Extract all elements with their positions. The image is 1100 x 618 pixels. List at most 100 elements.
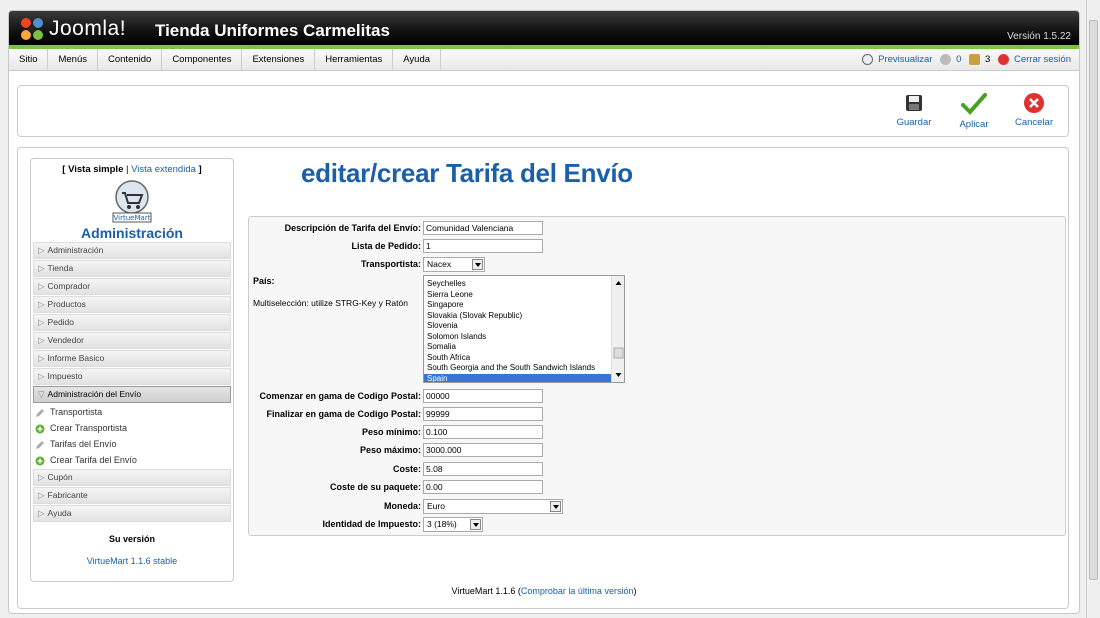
virtuemart-logo-text: VirtueMart	[114, 214, 151, 222]
chevron-down-icon	[550, 501, 561, 512]
add-icon	[35, 456, 45, 466]
view-extended-link[interactable]: Vista extendida	[131, 164, 196, 175]
sidebar-section-productos[interactable]: ▷ Productos	[33, 296, 231, 313]
country-option-selected[interactable]: Spain	[424, 373, 624, 382]
sidebar-item-crear-tarifa[interactable]: Crear Tarifa del Envío	[31, 452, 233, 468]
main-menu-bar: Sitio Menús Contenido Componentes Extens…	[9, 49, 1079, 71]
tax-select[interactable]: 3 (18%)	[423, 517, 483, 532]
tax-value: 3 (18%)	[427, 519, 457, 529]
sidebar-section-impuesto[interactable]: ▷ Impuesto	[33, 368, 231, 385]
apply-label: Aplicar	[959, 119, 989, 130]
site-title: Tienda Uniformes Carmelitas	[155, 21, 390, 40]
footer-version: VirtueMart 1.1.6 (	[451, 586, 521, 596]
save-label: Guardar	[896, 117, 932, 128]
list-order-input[interactable]: 1	[423, 239, 543, 253]
toolbar: Guardar Aplicar Cancelar	[17, 85, 1069, 137]
desc-label: Descripción de Tarifa del Envío:	[284, 223, 421, 233]
country-option[interactable]: Somalia	[424, 342, 624, 353]
menu-sitio[interactable]: Sitio	[9, 49, 49, 71]
sidebar-section-pedido[interactable]: ▷ Pedido	[33, 314, 231, 331]
menu-herramientas[interactable]: Herramientas	[315, 49, 394, 71]
sidebar-section-administracion[interactable]: ▷ Administración	[33, 242, 231, 259]
check-version-link[interactable]: Comprobar la última versión	[521, 586, 634, 596]
messages-link[interactable]: 0	[940, 49, 961, 71]
section-label: Informe Basico	[47, 353, 105, 363]
menu-contenido[interactable]: Contenido	[98, 49, 163, 71]
pencil-icon	[36, 440, 44, 449]
joomla-brand: Joomla!	[49, 17, 127, 40]
page-scrollbar[interactable]	[1086, 0, 1100, 618]
virtuemart-sidebar: [ Vista simple | Vista extendida ] Virtu…	[30, 158, 234, 582]
logout-link[interactable]: Cerrar sesión	[998, 49, 1071, 71]
currency-select[interactable]: Euro	[423, 499, 563, 514]
chevron-down-icon	[472, 259, 483, 270]
section-label: Administración	[47, 245, 104, 255]
menu-componentes[interactable]: Componentes	[162, 49, 243, 71]
sidebar-section-comprador[interactable]: ▷ Comprador	[33, 278, 231, 295]
section-label: Productos	[47, 299, 86, 309]
section-label: Impuesto	[47, 371, 83, 381]
zip-end-input[interactable]: 99999	[423, 407, 543, 421]
zip-start-input[interactable]: 00000	[423, 389, 543, 403]
sub-label: Tarifas del Envío	[50, 439, 117, 449]
content-area: [ Vista simple | Vista extendida ] Virtu…	[17, 147, 1069, 609]
sidebar-item-transportista[interactable]: Transportista	[31, 404, 233, 420]
menu-ayuda[interactable]: Ayuda	[393, 49, 442, 71]
country-listbox[interactable]: Seychelles Sierra Leone Singapore Slovak…	[423, 275, 625, 383]
carrier-select[interactable]: Nacex	[423, 257, 485, 272]
save-icon	[906, 95, 922, 111]
preview-link[interactable]: Previsualizar	[862, 49, 932, 71]
weight-min-input[interactable]: 0.100	[423, 425, 543, 439]
section-label: Cupón	[47, 472, 73, 482]
desc-input[interactable]: Comunidad Valenciana	[423, 221, 543, 235]
users-link[interactable]: 3	[969, 49, 990, 71]
sidebar-section-tienda[interactable]: ▷ Tienda	[33, 260, 231, 277]
country-option[interactable]: Singapore	[424, 300, 624, 311]
weight-min-label: Peso mínimo:	[361, 427, 421, 437]
country-option[interactable]: Slovenia	[424, 321, 624, 332]
cancel-label: Cancelar	[1014, 117, 1054, 128]
menu-extensiones[interactable]: Extensiones	[242, 49, 316, 71]
country-label: País:	[253, 276, 275, 286]
section-label: Vendedor	[47, 335, 84, 345]
weight-max-input[interactable]: 3000.000	[423, 443, 543, 457]
country-option[interactable]: Solomon Islands	[424, 332, 624, 343]
cost-input[interactable]: 5.08	[423, 462, 543, 476]
save-button[interactable]: Guardar	[892, 92, 936, 128]
preview-label: Previsualizar	[878, 54, 933, 65]
tax-label: Identidad de Impuesto:	[322, 519, 421, 529]
sidebar-section-cupon[interactable]: ▷ Cupón	[33, 469, 231, 486]
country-option[interactable]: Slovakia (Slovak Republic)	[424, 311, 624, 322]
apply-button[interactable]: Aplicar	[952, 92, 996, 130]
sidebar-item-crear-transportista[interactable]: Crear Transportista	[31, 420, 233, 436]
view-simple[interactable]: [ Vista simple	[62, 164, 123, 175]
section-label: Ayuda	[47, 508, 72, 518]
cancel-button[interactable]: Cancelar	[1012, 92, 1056, 128]
sidebar-section-envio[interactable]: ▽ Administración del Envío	[33, 386, 231, 403]
sidebar-section-informe[interactable]: ▷ Informe Basico	[33, 350, 231, 367]
checkmark-icon	[961, 93, 987, 115]
weight-max-label: Peso máximo:	[359, 445, 421, 455]
sidebar-section-fabricante[interactable]: ▷ Fabricante	[33, 487, 231, 504]
sidebar-section-ayuda[interactable]: ▷ Ayuda	[33, 505, 231, 522]
currency-value: Euro	[427, 501, 445, 511]
users-icon	[969, 53, 981, 65]
country-option[interactable]: South Africa	[424, 353, 624, 364]
vm-version-link[interactable]: VirtueMart 1.1.6 stable	[31, 556, 233, 566]
sidebar-item-tarifas[interactable]: Tarifas del Envío	[31, 436, 233, 452]
page-scroll-thumb[interactable]	[1089, 20, 1098, 580]
scroll-thumb[interactable]	[613, 347, 624, 359]
country-option[interactable]: Seychelles	[424, 279, 624, 290]
section-label: Administración del Envío	[47, 389, 142, 399]
country-option[interactable]: South Georgia and the South Sandwich Isl…	[424, 363, 624, 374]
package-cost-input[interactable]: 0.00	[423, 480, 543, 494]
messages-count: 0	[956, 54, 962, 65]
sidebar-section-vendedor[interactable]: ▷ Vendedor	[33, 332, 231, 349]
country-option[interactable]: Sierra Leone	[424, 290, 624, 301]
header-bar: Joomla! Tienda Uniformes Carmelitas Vers…	[9, 11, 1079, 49]
menu-menus[interactable]: Menús	[48, 49, 98, 71]
pencil-icon	[36, 408, 44, 417]
logout-label: Cerrar sesión	[1013, 54, 1071, 65]
country-list-scrollbar[interactable]	[611, 276, 624, 382]
admin-title: Administración	[81, 225, 183, 241]
